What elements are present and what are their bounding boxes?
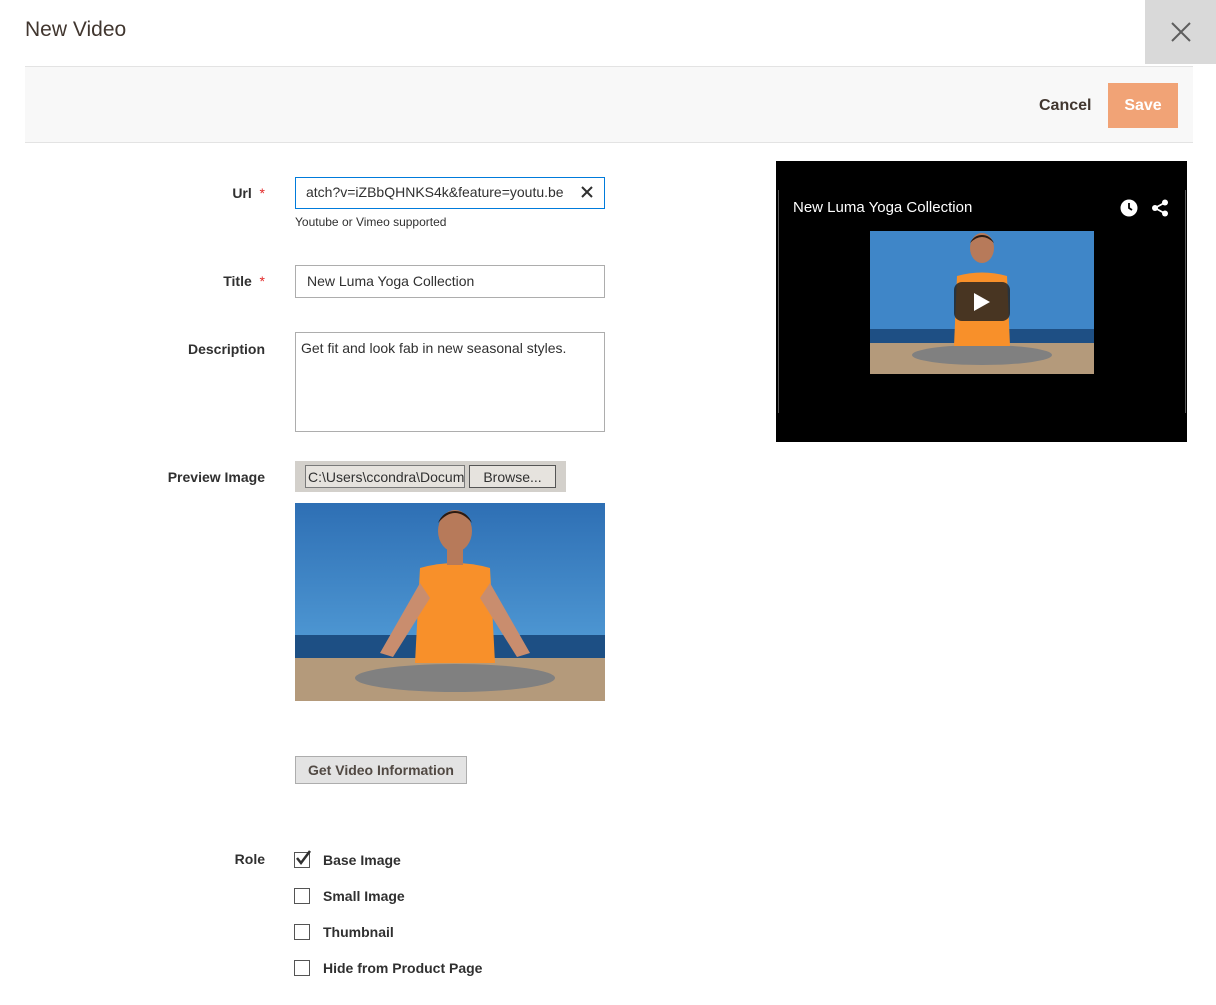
- checkmark-icon: [296, 850, 311, 866]
- close-button[interactable]: [1145, 0, 1216, 64]
- title-label: Title *: [223, 273, 265, 289]
- preview-image: [295, 503, 605, 701]
- description-textarea[interactable]: Get fit and look fab in new seasonal sty…: [295, 332, 605, 432]
- modal-title: New Video: [25, 18, 127, 41]
- role-option-small-image[interactable]: Small Image: [294, 887, 405, 905]
- url-value: atch?v=iZBbQHNKS4k&feature=youtu.be: [306, 184, 564, 200]
- role-option-base-image[interactable]: Base Image: [294, 850, 401, 869]
- file-upload: C:\Users\ccondra\Documents Browse...: [295, 461, 566, 492]
- play-icon: [974, 292, 990, 311]
- url-input[interactable]: atch?v=iZBbQHNKS4k&feature=youtu.be: [295, 177, 605, 209]
- base-image-label: Base Image: [323, 852, 401, 868]
- browse-button[interactable]: Browse...: [469, 465, 556, 488]
- share-icon[interactable]: [1151, 199, 1169, 217]
- thumbnail-checkbox[interactable]: [294, 924, 310, 940]
- play-button[interactable]: [954, 282, 1010, 321]
- hide-from-product-page-label: Hide from Product Page: [323, 960, 483, 976]
- small-image-checkbox[interactable]: [294, 888, 310, 904]
- video-player[interactable]: New Luma Yoga Collection: [776, 161, 1187, 442]
- url-label: Url *: [232, 185, 265, 201]
- description-label: Description: [187, 341, 265, 357]
- role-label: Role: [234, 851, 265, 867]
- role-option-thumbnail[interactable]: Thumbnail: [294, 923, 394, 941]
- close-icon: [1170, 22, 1191, 42]
- video-title: New Luma Yoga Collection: [793, 199, 973, 216]
- required-marker: *: [251, 185, 265, 201]
- role-option-hide-from-product-page[interactable]: Hide from Product Page: [294, 959, 482, 977]
- title-input[interactable]: New Luma Yoga Collection: [295, 265, 605, 298]
- file-path-field[interactable]: C:\Users\ccondra\Documents: [305, 465, 465, 488]
- preview-image-label: Preview Image: [167, 469, 265, 485]
- thumbnail-label: Thumbnail: [323, 924, 394, 940]
- cancel-button[interactable]: Cancel: [1025, 83, 1105, 128]
- watch-later-icon[interactable]: [1120, 199, 1138, 217]
- modal-toolbar: Cancel Save: [25, 66, 1193, 143]
- hide-from-product-page-checkbox[interactable]: [294, 960, 310, 976]
- url-note: Youtube or Vimeo supported: [295, 215, 447, 229]
- save-button[interactable]: Save: [1108, 83, 1178, 128]
- get-video-information-button[interactable]: Get Video Information: [295, 756, 467, 784]
- clear-icon[interactable]: [580, 185, 594, 199]
- required-marker: *: [251, 273, 265, 289]
- base-image-checkbox[interactable]: [294, 850, 311, 868]
- small-image-label: Small Image: [323, 888, 405, 904]
